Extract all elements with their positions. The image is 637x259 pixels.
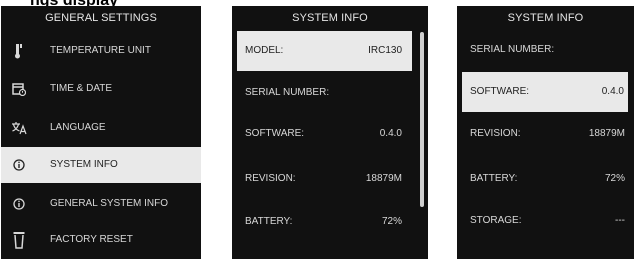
menu-item-language[interactable]: LANGUAGE (1, 110, 201, 146)
menu-item-general-system-info[interactable]: GENERAL SYSTEM INFO (1, 186, 201, 222)
info-value: 0.4.0 (601, 86, 624, 97)
system-info-screen-scrolled: SYSTEM INFO SERIAL NUMBER: SOFTWARE: 0.4… (457, 6, 634, 259)
menu-item-label: FACTORY RESET (50, 234, 133, 245)
info-key: SOFTWARE: (245, 128, 305, 139)
info-row-serial-number[interactable]: SERIAL NUMBER: (232, 73, 428, 113)
calendar-clock-icon (10, 71, 28, 107)
info-key: MODEL: (245, 45, 284, 56)
info-row-software[interactable]: SOFTWARE: 0.4.0 (232, 114, 428, 154)
info-value: 72% (381, 216, 402, 227)
info-key: SERIAL NUMBER: (470, 44, 555, 55)
menu-item-system-info[interactable]: SYSTEM INFO (1, 147, 201, 183)
info-key: BATTERY: (245, 216, 293, 227)
system-info-screen: SYSTEM INFO MODEL: IRC130 SERIAL NUMBER:… (232, 6, 428, 259)
info-key: STORAGE: (470, 215, 522, 226)
info-row-revision[interactable]: REVISION: 18879M (232, 159, 428, 199)
general-settings-title: GENERAL SETTINGS (45, 12, 157, 24)
thermometer-icon (10, 33, 28, 69)
menu-item-temperature-unit[interactable]: TEMPERATURE UNIT (1, 33, 201, 69)
menu-item-label: LANGUAGE (50, 122, 106, 133)
info-row-battery[interactable]: BATTERY: 72% (232, 202, 428, 242)
info-key: SERIAL NUMBER: (245, 87, 330, 98)
info-row-model[interactable]: MODEL: IRC130 (237, 31, 412, 71)
language-icon (10, 110, 28, 146)
info-row-revision[interactable]: REVISION: 18879M (457, 114, 634, 154)
info-value: IRC130 (368, 45, 402, 56)
menu-item-label: GENERAL SYSTEM INFO (50, 198, 168, 209)
info-value: 0.4.0 (379, 128, 402, 139)
trash-icon (10, 222, 28, 258)
info-icon (10, 147, 28, 183)
info-value: 18879M (365, 173, 402, 184)
info-key: BATTERY: (470, 173, 518, 184)
info-icon (10, 186, 28, 222)
general-settings-screen: GENERAL SETTINGS TEMPERATURE UNIT TIME &… (1, 6, 201, 259)
system-info-title: SYSTEM INFO (292, 12, 368, 24)
menu-item-factory-reset[interactable]: FACTORY RESET (1, 222, 201, 258)
info-row-serial-number[interactable]: SERIAL NUMBER: (457, 30, 634, 70)
menu-item-label: TEMPERATURE UNIT (50, 45, 151, 56)
info-key: REVISION: (470, 128, 521, 139)
info-row-storage[interactable]: STORAGE: --- (457, 201, 634, 241)
info-row-battery[interactable]: BATTERY: 72% (457, 159, 634, 199)
system-info-title: SYSTEM INFO (507, 12, 584, 24)
menu-item-time-date[interactable]: TIME & DATE (1, 71, 201, 107)
info-value: --- (615, 215, 625, 226)
info-value: 18879M (588, 128, 625, 139)
scrollbar[interactable] (420, 32, 424, 207)
menu-item-label: SYSTEM INFO (50, 159, 118, 170)
info-value: 72% (604, 173, 625, 184)
info-key: REVISION: (245, 173, 296, 184)
info-key: SOFTWARE: (470, 86, 530, 97)
menu-item-label: TIME & DATE (50, 83, 113, 94)
info-row-software[interactable]: SOFTWARE: 0.4.0 (462, 72, 628, 112)
